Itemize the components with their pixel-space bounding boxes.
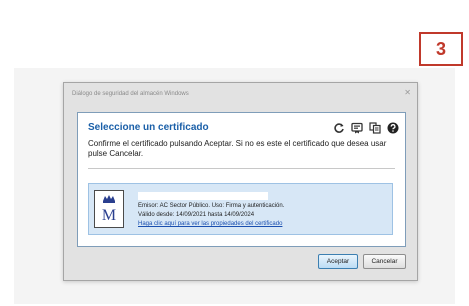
refresh-icon[interactable]: [332, 121, 345, 134]
toolbar-icons: [332, 121, 399, 134]
certificate-view-icon[interactable]: [350, 121, 363, 134]
certificate-name-redacted: [138, 192, 268, 200]
help-icon[interactable]: [386, 121, 399, 134]
security-dialog: Diálogo de seguridad del almacén Windows…: [63, 82, 418, 281]
dialog-heading: Seleccione un certificado: [88, 122, 209, 133]
close-icon[interactable]: ✕: [404, 89, 411, 97]
dialog-title: Diálogo de seguridad del almacén Windows: [72, 91, 189, 97]
certificate-validity: Válido desde: 14/09/2021 hasta 14/09/202…: [138, 212, 255, 218]
separator-line: [88, 168, 395, 169]
certificate-item[interactable]: M Emisor: AC Sector Público. Uso: Firma …: [88, 183, 393, 235]
instructions-text: Confirme el certificado pulsando Aceptar…: [88, 139, 387, 158]
seal-letter: M: [102, 207, 116, 224]
royal-mint-seal-icon: M: [94, 190, 124, 228]
accept-button[interactable]: Aceptar: [318, 254, 358, 269]
certificate-panel: Seleccione un certificado Confirme el ce…: [77, 112, 406, 247]
certificate-issuer: Emisor: AC Sector Público. Uso: Firma y …: [138, 203, 285, 209]
cancel-button[interactable]: Cancelar: [363, 254, 406, 269]
step-number-badge: 3: [419, 32, 463, 66]
certificate-properties-link[interactable]: Haga clic aquí para ver las propiedades …: [138, 221, 282, 228]
certificate-store-icon[interactable]: [368, 121, 381, 134]
dialog-titlebar: Diálogo de seguridad del almacén Windows: [64, 83, 417, 105]
